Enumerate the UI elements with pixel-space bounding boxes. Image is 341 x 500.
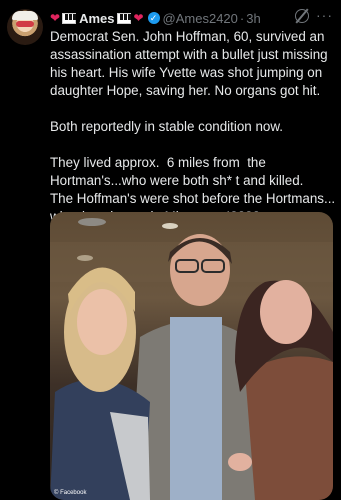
photo-illustration (50, 218, 333, 500)
right-woman-sweater (245, 356, 333, 500)
separator: · (239, 10, 245, 26)
heart-icon: ❤ (50, 11, 61, 25)
author-handle[interactable]: @Ames2420 (163, 11, 238, 26)
piano-icon (62, 12, 77, 24)
grok-icon[interactable] (295, 9, 309, 23)
man-shirt-body (170, 317, 222, 500)
right-woman-face (260, 280, 312, 344)
right-woman-hand (228, 453, 252, 471)
piano-icon (117, 12, 132, 24)
timestamp[interactable]: 3h (246, 11, 260, 26)
tweet-paragraph: Democrat Sen. John Hoffman, 60, survived… (50, 29, 332, 98)
avatar[interactable] (7, 9, 43, 45)
tweet[interactable]: ❤ Ames ❤ ✓ @Ames2420 · 3h ··· Democrat S… (0, 0, 341, 500)
tweet-photo[interactable]: © Facebook (50, 212, 333, 500)
author-name[interactable]: Ames (79, 11, 114, 26)
glasses-shape (16, 21, 34, 27)
man-face (170, 234, 230, 306)
heart-icon: ❤ (133, 11, 144, 25)
ceiling-light (162, 223, 178, 229)
photo-credit: © Facebook (54, 490, 87, 496)
ceiling-light (78, 218, 106, 226)
left-woman-face (77, 289, 127, 355)
hat-shape (12, 11, 38, 20)
tweet-header: ❤ Ames ❤ ✓ @Ames2420 · 3h ··· (50, 7, 335, 27)
verified-icon: ✓ (147, 12, 160, 24)
tweet-paragraph: Both reportedly in stable condition now. (50, 119, 283, 134)
more-options-icon[interactable]: ··· (316, 7, 333, 23)
